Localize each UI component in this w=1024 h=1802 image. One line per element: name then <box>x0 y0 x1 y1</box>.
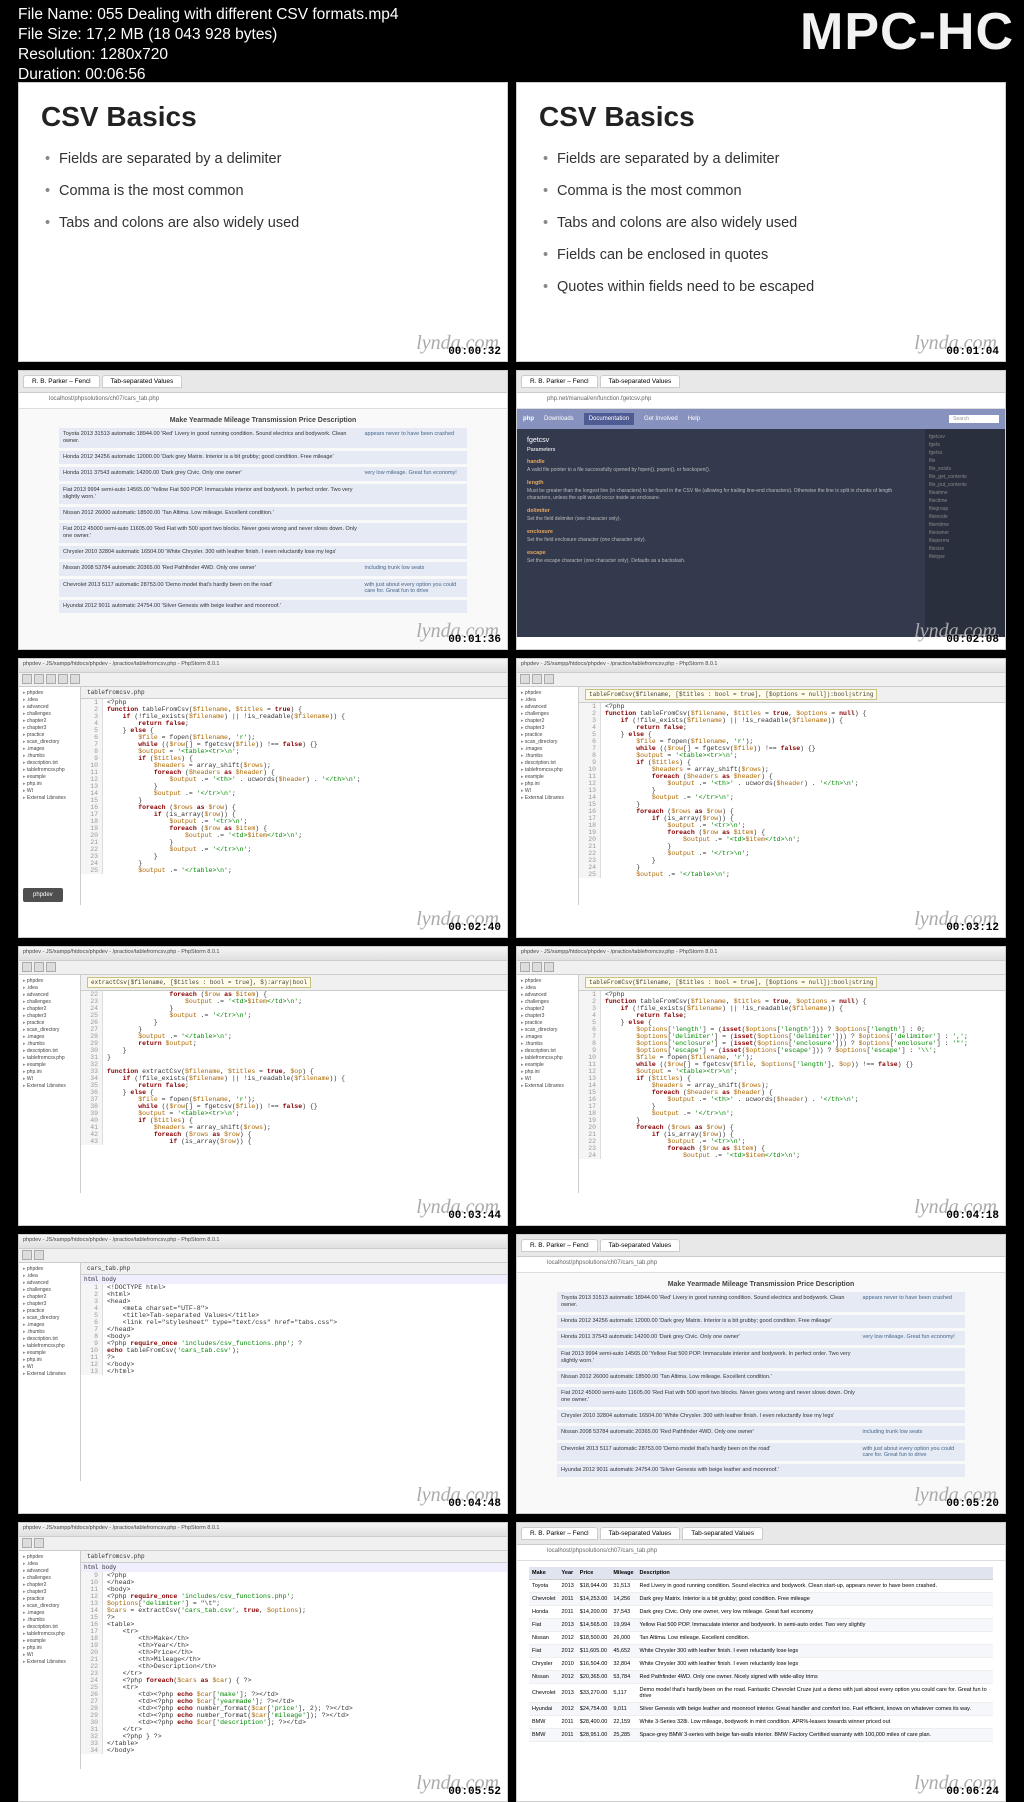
doc-sidebar: fgetcsvfgetsfgetssfilefile_existsfile_ge… <box>925 429 1005 637</box>
thumb-ide-1[interactable]: phpdev - JS/xampp/htdocs/phpdev - /pract… <box>18 658 508 938</box>
php-logo[interactable]: php <box>523 416 534 422</box>
nav-item[interactable]: Downloads <box>544 416 574 422</box>
nav-item[interactable]: Help <box>688 416 700 422</box>
breadcrumb[interactable]: html body <box>81 1563 507 1572</box>
timecode: 00:02:08 <box>946 634 999 646</box>
ide-titlebar: phpdev - JS/xampp/htdocs/phpdev - /pract… <box>19 659 507 673</box>
address-bar[interactable]: localhost/phpsolutions/ch07/cars_tab.php <box>517 1257 1005 1273</box>
project-tree[interactable]: phpdev.ideaadvancedchallengeschapter2cha… <box>19 975 81 1193</box>
search-input[interactable]: Search <box>949 415 999 423</box>
address-bar[interactable]: php.net/manual/en/function.fgetcsv.php <box>517 393 1005 409</box>
thumb-phpdoc[interactable]: R. B. Parker – Fencl Tab-separated Value… <box>516 370 1006 650</box>
browser-tabs: R. B. Parker – Fencl Tab-separated Value… <box>19 371 507 393</box>
thumbnail-grid: CSV Basics Fields are separated by a del… <box>18 82 1006 1802</box>
timecode: 00:03:12 <box>946 922 999 934</box>
timecode: 00:06:24 <box>946 1786 999 1798</box>
project-tree[interactable]: phpdev.ideaadvancedchallengeschapter2cha… <box>19 1263 81 1481</box>
page-content: Make Yearmade Mileage Transmission Price… <box>517 1273 1005 1488</box>
nav-item[interactable]: Documentation <box>584 413 634 425</box>
thumb-slide-2[interactable]: CSV Basics Fields are separated by a del… <box>516 82 1006 362</box>
code-editor[interactable]: tablefromcsv.php html body 9<?php10</hea… <box>81 1551 507 1769</box>
timecode: 00:01:04 <box>946 346 999 358</box>
ide-titlebar: phpdev - JS/xampp/htdocs/phpdev - /pract… <box>19 1235 507 1249</box>
page-content: Make Yearmade Mileage Transmission Price… <box>19 409 507 624</box>
browser-tab[interactable]: Tab-separated Values <box>102 375 183 388</box>
project-tree[interactable]: phpdev.ideaadvancedchallengeschapter2cha… <box>19 1551 81 1769</box>
file-metadata: File Name: 055 Dealing with different CS… <box>18 5 399 86</box>
thumb-slide-1[interactable]: CSV Basics Fields are separated by a del… <box>18 82 508 362</box>
browser-tabs: R. B. Parker – Fencl Tab-separated Value… <box>517 1523 1005 1545</box>
browser-tab[interactable]: R. B. Parker – Fencl <box>23 375 100 388</box>
browser-tabs: R. B. Parker – Fencl Tab-separated Value… <box>517 371 1005 393</box>
code-editor[interactable]: cars_tab.php html body 1<!DOCTYPE html>2… <box>81 1263 507 1481</box>
doc-main: fgetcsv Parameters handleA valid file po… <box>517 429 925 637</box>
address-bar[interactable]: localhost/phpsolutions/ch07/cars_tab.php <box>19 393 507 409</box>
ide-titlebar: phpdev - JS/xampp/htdocs/phpdev - /pract… <box>19 1523 507 1537</box>
thumb-ide-3[interactable]: phpdev - JS/xampp/htdocs/phpdev - /pract… <box>18 946 508 1226</box>
timecode: 00:02:40 <box>448 922 501 934</box>
timecode: 00:00:32 <box>448 346 501 358</box>
slide-bullets: Fields are separated by a delimiter Comm… <box>41 151 485 231</box>
ide-titlebar: phpdev - JS/xampp/htdocs/phpdev - /pract… <box>517 947 1005 961</box>
timecode: 00:04:48 <box>448 1498 501 1510</box>
timecode: 00:05:52 <box>448 1786 501 1798</box>
browser-tab[interactable]: R. B. Parker – Fencl <box>521 375 598 388</box>
thumb-ide-6[interactable]: phpdev - JS/xampp/htdocs/phpdev - /pract… <box>18 1522 508 1802</box>
breadcrumb[interactable]: html body <box>81 1275 507 1284</box>
timecode: 00:05:20 <box>946 1498 999 1510</box>
project-tree[interactable]: phpdev.ideaadvancedchallengeschapter2cha… <box>19 687 81 905</box>
timecode: 00:01:36 <box>448 634 501 646</box>
code-editor[interactable]: tablefromcsv.php 1<?php2function tableFr… <box>81 687 507 905</box>
project-tree[interactable]: phpdev.ideaadvancedchallengeschapter2cha… <box>517 975 579 1193</box>
slide-title: CSV Basics <box>41 101 485 133</box>
project-tree[interactable]: phpdev.ideaadvancedchallengeschapter2cha… <box>517 687 579 905</box>
app-watermark: MPC-HC <box>800 2 1014 62</box>
browser-tab[interactable]: Tab-separated Values <box>600 1239 681 1252</box>
thumb-browser-1[interactable]: R. B. Parker – Fencl Tab-separated Value… <box>18 370 508 650</box>
thumb-datatable[interactable]: R. B. Parker – Fencl Tab-separated Value… <box>516 1522 1006 1802</box>
ide-titlebar: phpdev - JS/xampp/htdocs/phpdev - /pract… <box>517 659 1005 673</box>
code-editor[interactable]: tableFromCsv($filename, [$titles : bool … <box>579 975 1005 1193</box>
thumb-ide-5[interactable]: phpdev - JS/xampp/htdocs/phpdev - /pract… <box>18 1234 508 1514</box>
browser-tab[interactable]: Tab-separated Values <box>682 1527 763 1540</box>
browser-tab[interactable]: R. B. Parker – Fencl <box>521 1527 598 1540</box>
nav-item[interactable]: Get Involved <box>644 416 678 422</box>
thumb-ide-4[interactable]: phpdev - JS/xampp/htdocs/phpdev - /pract… <box>516 946 1006 1226</box>
cars-table: MakeYearPriceMileageDescription Toyota20… <box>529 1567 993 1742</box>
thumb-browser-2[interactable]: R. B. Parker – Fencl Tab-separated Value… <box>516 1234 1006 1514</box>
code-editor[interactable]: extractCsv($filename, [$titles : bool = … <box>81 975 507 1193</box>
browser-tabs: R. B. Parker – Fencl Tab-separated Value… <box>517 1235 1005 1257</box>
thumb-ide-2[interactable]: phpdev - JS/xampp/htdocs/phpdev - /pract… <box>516 658 1006 938</box>
tooltip-overlay: phpdev <box>23 888 63 902</box>
timecode: 00:04:18 <box>946 1210 999 1222</box>
code-editor[interactable]: tableFromCsv($filename, [$titles : bool … <box>579 687 1005 905</box>
slide-title: CSV Basics <box>539 101 983 133</box>
browser-tab[interactable]: Tab-separated Values <box>600 375 681 388</box>
address-bar[interactable]: localhost/phpsolutions/ch07/cars_tab.php <box>517 1545 1005 1561</box>
php-navbar: php Downloads Documentation Get Involved… <box>517 409 1005 429</box>
ide-titlebar: phpdev - JS/xampp/htdocs/phpdev - /pract… <box>19 947 507 961</box>
browser-tab[interactable]: R. B. Parker – Fencl <box>521 1239 598 1252</box>
timecode: 00:03:44 <box>448 1210 501 1222</box>
slide-bullets: Fields are separated by a delimiter Comm… <box>539 151 983 295</box>
browser-tab[interactable]: Tab-separated Values <box>600 1527 681 1540</box>
